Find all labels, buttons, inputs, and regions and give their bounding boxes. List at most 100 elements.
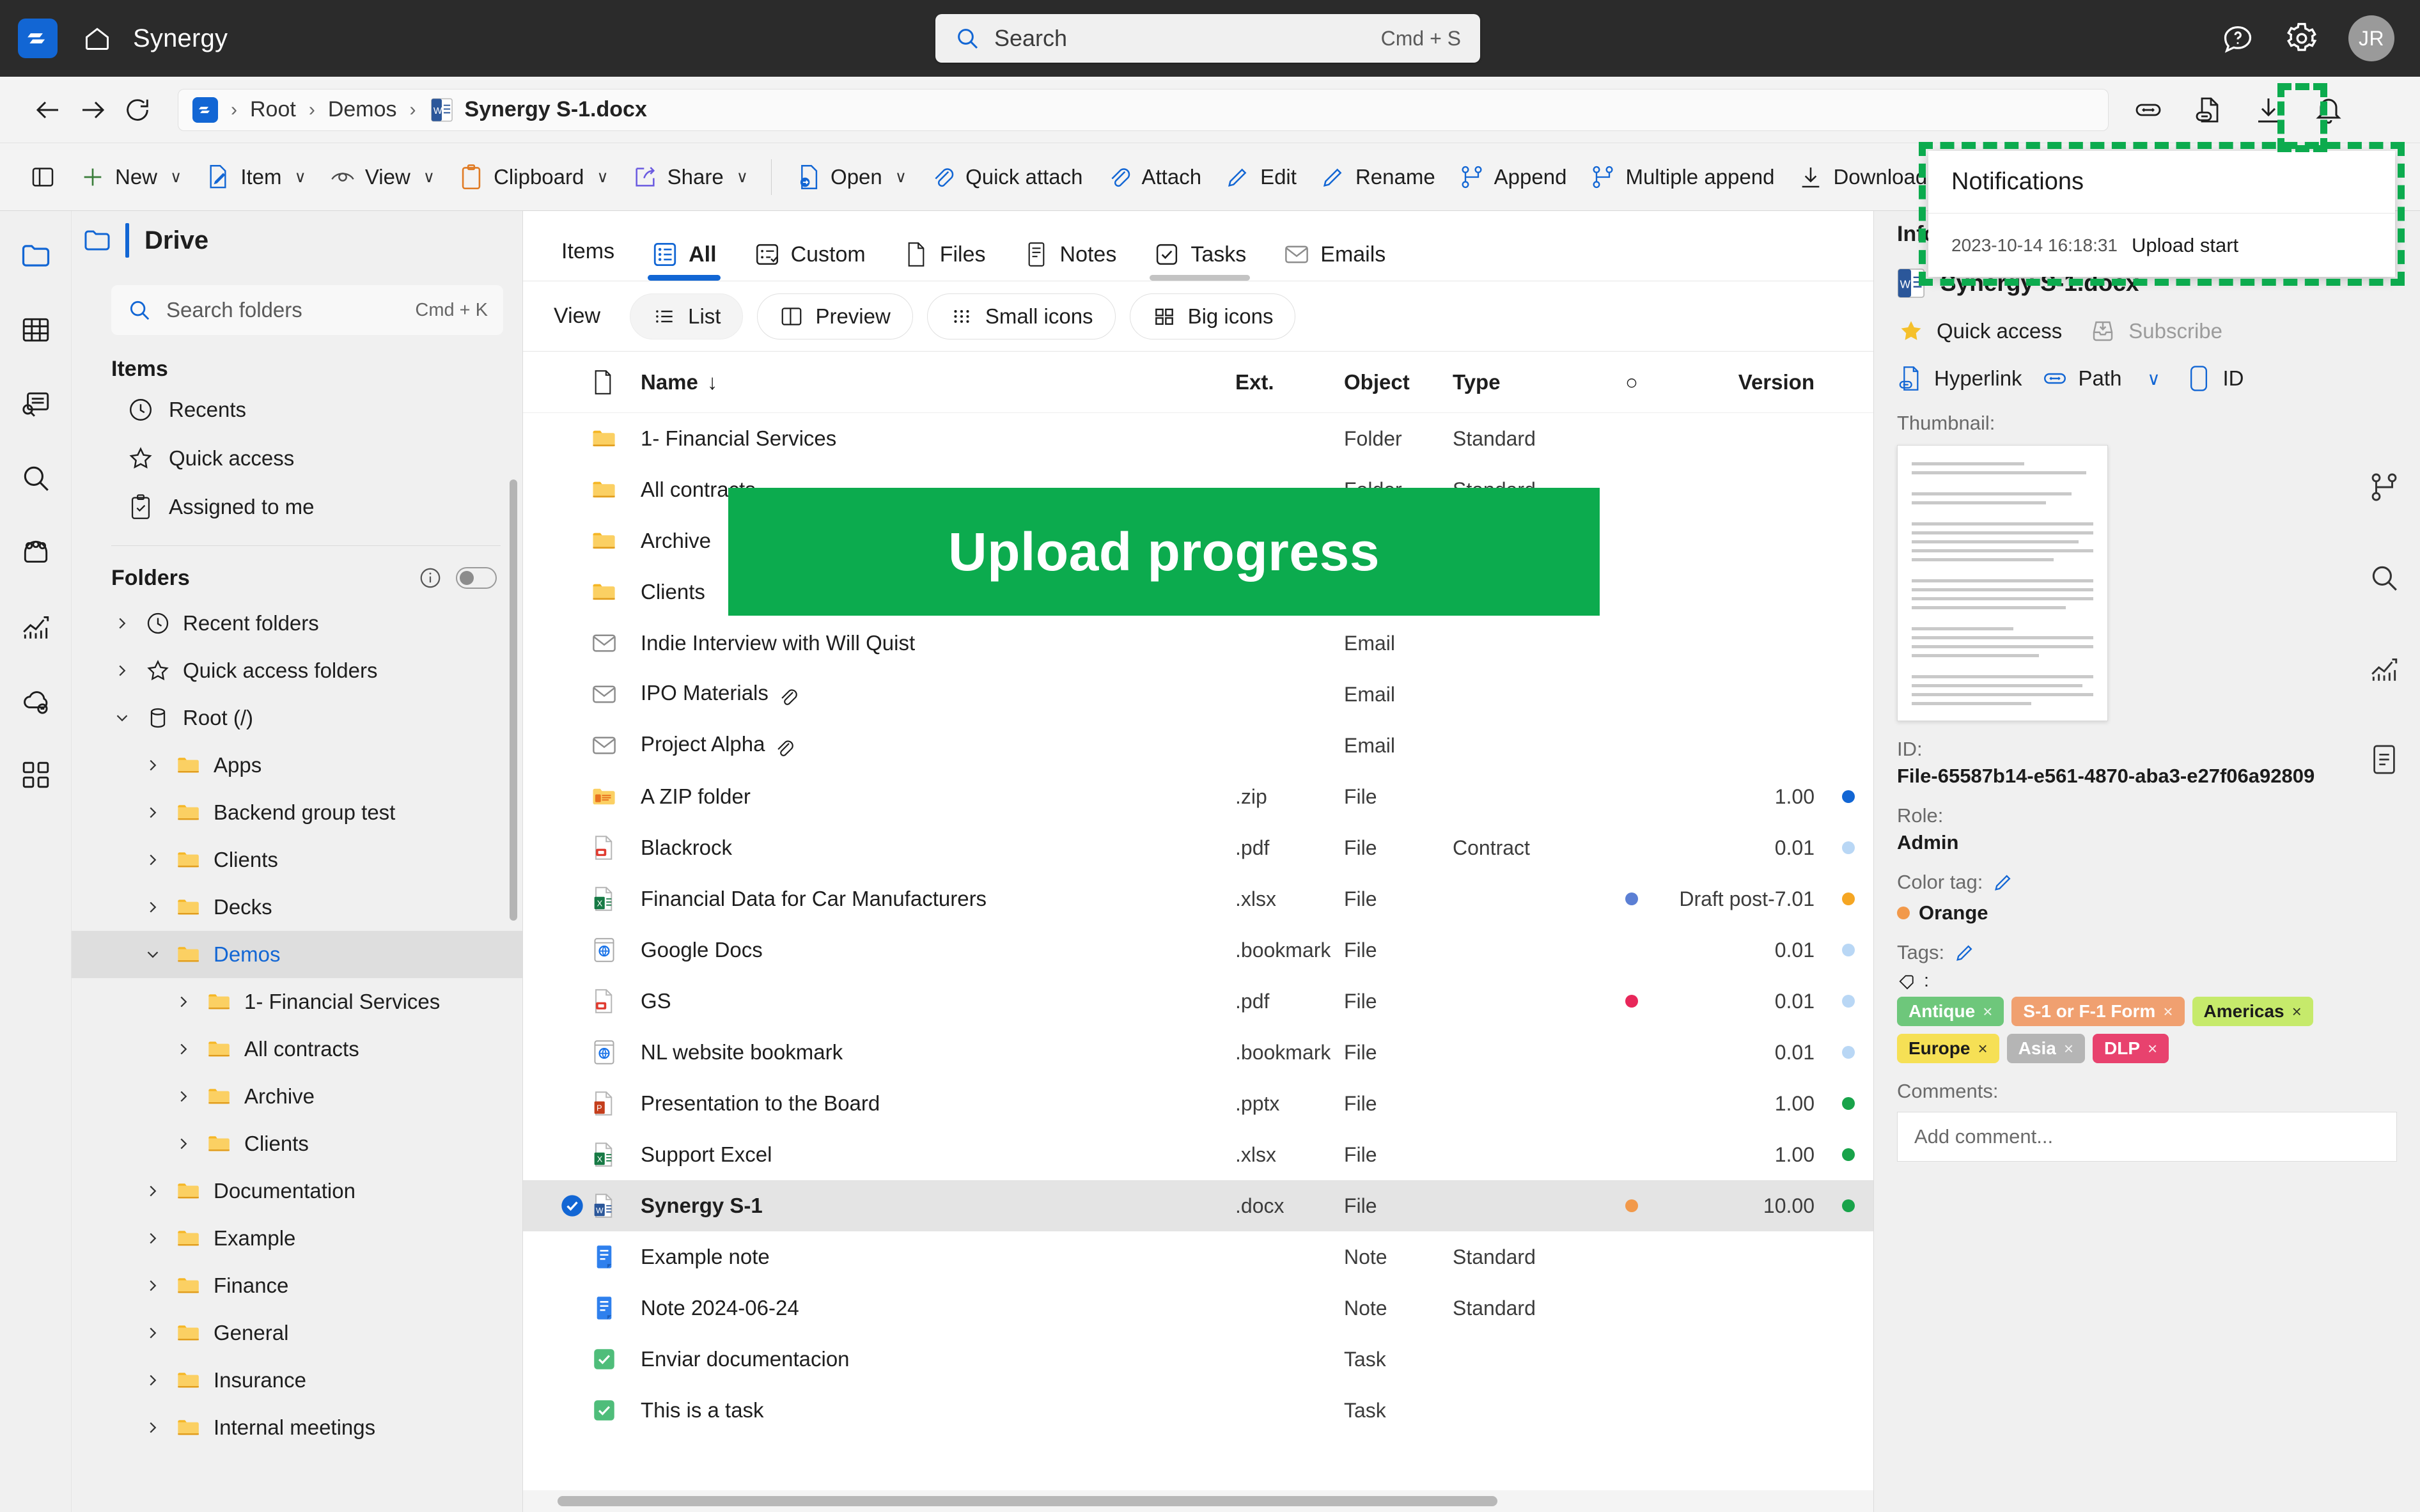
breadcrumb-item-current[interactable]: Synergy S-1.docx [465, 97, 647, 122]
tree-item-apps[interactable]: Apps [72, 742, 522, 789]
download-icon[interactable] [2252, 93, 2285, 127]
tree-item-clients[interactable]: Clients [72, 1120, 522, 1167]
folders-toggle[interactable] [456, 567, 497, 589]
view-mode-small-icons[interactable]: Small icons [926, 293, 1116, 339]
column-header-name[interactable]: Name [641, 370, 698, 394]
refresh-button[interactable] [115, 88, 160, 132]
tab-files[interactable]: Files [886, 241, 1003, 281]
folder-search-input[interactable]: Search folders Cmd + K [111, 285, 503, 335]
pencil-edit-icon[interactable] [1953, 941, 1976, 964]
path-button[interactable]: Path [2041, 365, 2121, 392]
sidebar-scrollbar[interactable] [510, 479, 517, 921]
quick-attach-button[interactable]: Quick attach [918, 157, 1094, 197]
sidebar-item-assigned-to-me[interactable]: Assigned to me [72, 483, 522, 531]
tab-tasks[interactable]: Tasks [1137, 241, 1263, 281]
view-mode-big-icons[interactable]: Big icons [1129, 293, 1296, 339]
tree-item-1-financial-services[interactable]: 1- Financial Services [72, 978, 522, 1025]
tag-chip[interactable]: Europe × [1897, 1034, 1999, 1063]
column-header-version[interactable]: Version [1738, 370, 1815, 394]
attach-button[interactable]: Attach [1095, 157, 1214, 197]
new-button[interactable]: New ∨ [68, 157, 193, 197]
people-icon[interactable] [17, 533, 55, 572]
table-row[interactable]: GS .pdf File 0.01 [523, 976, 1873, 1027]
tree-item-decks[interactable]: Decks [72, 884, 522, 931]
help-question-icon[interactable] [2221, 21, 2255, 56]
clipboard-button[interactable]: Clipboard ∨ [446, 157, 620, 197]
tree-item-root[interactable]: Root (/) [72, 694, 522, 742]
tag-remove-icon[interactable]: × [1983, 1002, 1992, 1022]
analytics-icon[interactable] [2366, 651, 2402, 687]
chevron-right-icon[interactable] [173, 1134, 194, 1153]
chevron-right-icon[interactable] [142, 1371, 164, 1390]
item-button[interactable]: Item ∨ [193, 157, 318, 197]
bell-icon[interactable] [2312, 93, 2345, 127]
info-icon[interactable] [418, 565, 443, 591]
table-row[interactable]: Example note Note Standard [523, 1231, 1873, 1282]
folder-icon[interactable] [17, 237, 55, 275]
table-row[interactable]: Project Alpha Email [523, 720, 1873, 771]
chevron-down-icon[interactable] [142, 945, 164, 964]
tree-item-archive[interactable]: Archive [72, 1073, 522, 1120]
multiple-append-button[interactable]: Multiple append [1578, 157, 1786, 197]
chevron-down-icon[interactable] [111, 708, 133, 728]
chevron-right-icon[interactable] [142, 850, 164, 869]
synergy-logo-icon[interactable] [192, 97, 218, 123]
quick-access-button[interactable]: Quick access [1897, 317, 2062, 345]
tab-emails[interactable]: Emails [1267, 241, 1402, 281]
chevron-right-icon[interactable] [142, 1181, 164, 1201]
chevron-right-icon[interactable] [142, 1229, 164, 1248]
rename-button[interactable]: Rename [1308, 157, 1447, 197]
panel-toggle-button[interactable] [18, 157, 68, 197]
table-row[interactable]: IPO Materials Email [523, 669, 1873, 720]
tree-item-documentation[interactable]: Documentation [72, 1167, 522, 1215]
cloud-sync-icon[interactable] [17, 682, 55, 720]
gear-icon[interactable] [2284, 21, 2319, 56]
tree-item-finance[interactable]: Finance [72, 1262, 522, 1309]
view-button[interactable]: View ∨ [318, 157, 446, 197]
chevron-right-icon[interactable] [142, 803, 164, 822]
back-button[interactable] [26, 88, 70, 132]
chevron-right-icon[interactable] [142, 898, 164, 917]
table-row[interactable]: P Presentation to the Board .pptx File 1.00 [523, 1078, 1873, 1129]
table-row[interactable]: X Financial Data for Car Manufacturers .xl… [523, 873, 1873, 924]
table-row[interactable]: Enviar documentacion Task [523, 1334, 1873, 1385]
id-button[interactable]: ID [2185, 364, 2244, 393]
download-button[interactable]: Download [1786, 157, 1939, 197]
chevron-right-icon[interactable] [142, 756, 164, 775]
analytics-icon[interactable] [17, 607, 55, 646]
tag-remove-icon[interactable]: × [2064, 1039, 2073, 1059]
search-icon[interactable] [2366, 560, 2402, 596]
share-button[interactable]: Share ∨ [620, 157, 760, 197]
table-row[interactable]: W Synergy S-1 .docx File 10.00 [523, 1180, 1873, 1231]
subscribe-button[interactable]: Subscribe [2089, 317, 2222, 345]
tree-item-general[interactable]: General [72, 1309, 522, 1357]
table-row[interactable]: Blackrock .pdf File Contract 0.01 [523, 822, 1873, 873]
tag-chip[interactable]: Asia × [2006, 1034, 2085, 1063]
relations-icon[interactable] [2366, 469, 2402, 505]
tag-remove-icon[interactable]: × [2292, 1002, 2302, 1022]
chevron-right-icon[interactable] [173, 992, 194, 1011]
tree-item-internal-meetings[interactable]: Internal meetings [72, 1404, 522, 1451]
tree-item-recent-folders[interactable]: Recent folders [72, 600, 522, 647]
edit-button[interactable]: Edit [1213, 157, 1308, 197]
chevron-right-icon[interactable] [142, 1323, 164, 1343]
breadcrumb-item-demos[interactable]: Demos [328, 97, 397, 122]
table-row[interactable]: This is a task Task [523, 1385, 1873, 1436]
search-icon[interactable] [17, 459, 55, 497]
append-button[interactable]: Append [1447, 157, 1579, 197]
sidebar-item-recents[interactable]: Recents [72, 386, 522, 434]
view-mode-preview[interactable]: Preview [757, 293, 913, 339]
tree-item-clients[interactable]: Clients [72, 836, 522, 884]
notification-item[interactable]: 2023-10-14 16:18:31 Upload start [1928, 214, 2395, 277]
document-icon[interactable] [2366, 742, 2402, 777]
view-mode-list[interactable]: List [630, 293, 744, 339]
sidebar-item-quick-access[interactable]: Quick access [72, 434, 522, 483]
hyperlink-button[interactable]: Hyperlink [1897, 364, 2022, 393]
tree-item-backend-group-test[interactable]: Backend group test [72, 789, 522, 836]
tree-item-demos[interactable]: Demos [72, 931, 522, 978]
tab-notes[interactable]: Notes [1006, 241, 1134, 281]
global-search-input[interactable]: Search Cmd + S [935, 14, 1480, 63]
column-header-ext[interactable]: Ext. [1235, 370, 1274, 394]
scrollbar-thumb[interactable] [558, 1496, 1497, 1506]
tag-chip[interactable]: Americas × [2192, 997, 2313, 1026]
